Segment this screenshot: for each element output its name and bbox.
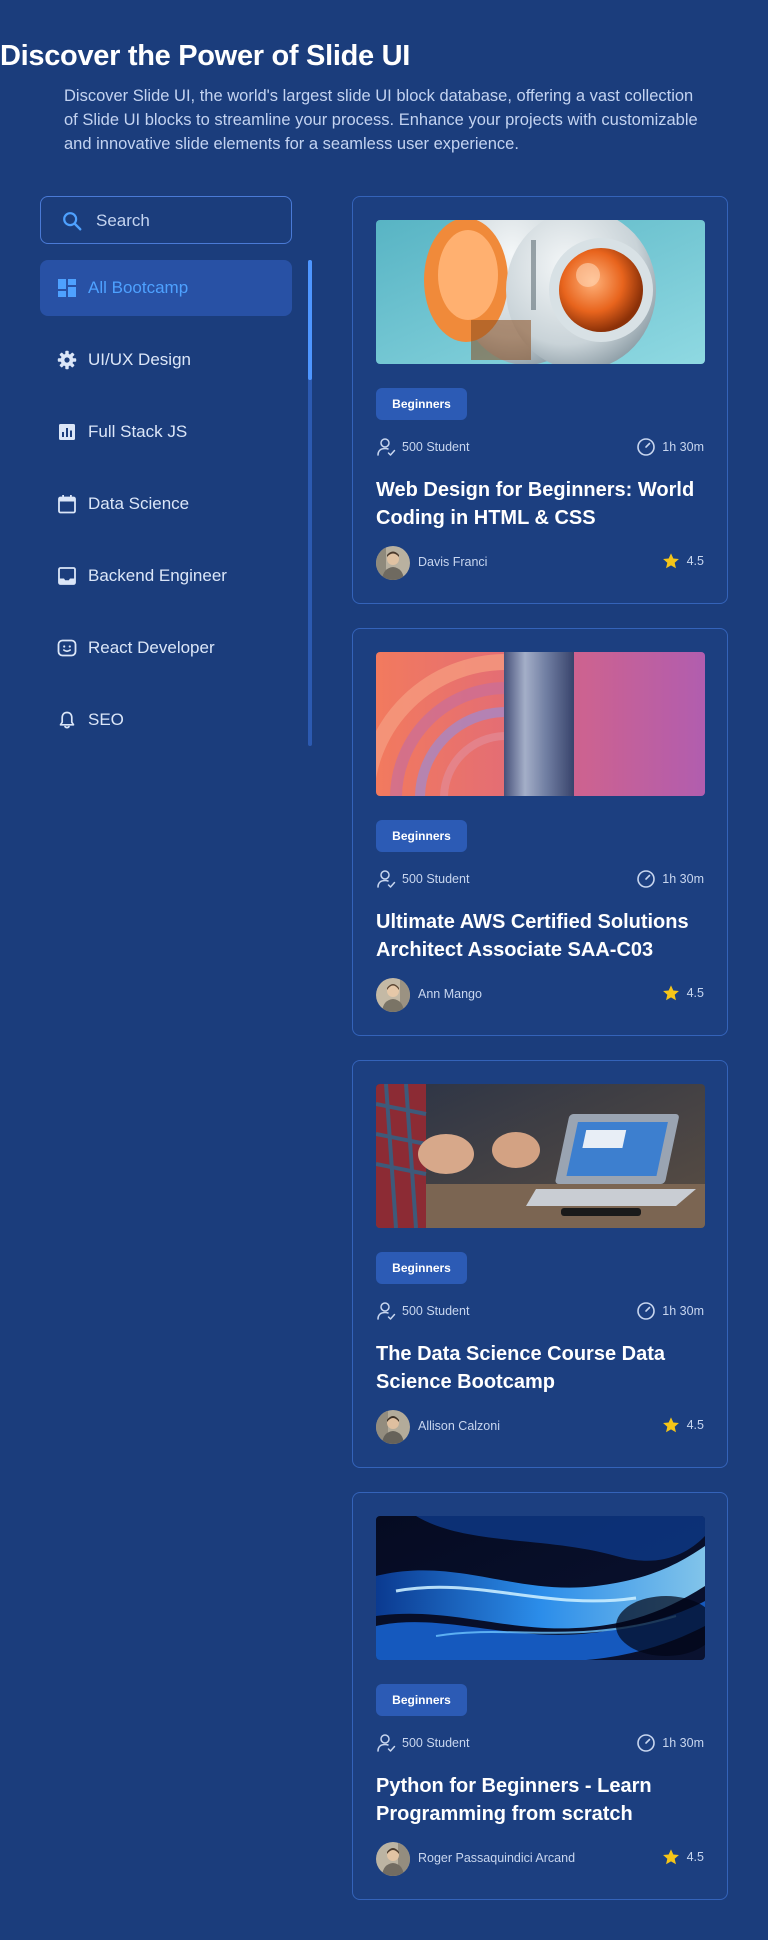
clock-icon [637,438,656,456]
course-card[interactable]: Beginners 500 Student 1h 30m Web Design … [352,196,728,604]
students-count: 500 Student [376,436,469,458]
sidebar-item-ui-ux-design[interactable]: UI/UX Design [40,332,292,388]
course-duration: 1h 30m [636,868,704,890]
author-name: Ann Mango [418,987,482,1001]
author-name: Roger Passaquindici Arcand [418,1851,576,1865]
page-title: Discover the Power of Slide UI [0,40,410,72]
sidebar-item-label: All Bootcamp [88,278,189,297]
course-rating: 4.5 [662,1848,704,1866]
course-image-blue-waves[interactable] [376,1516,705,1660]
course-title[interactable]: Python for Beginners - Learn Programming… [376,1772,706,1828]
course-duration: 1h 30m [636,1732,704,1754]
user-check-icon [377,1302,396,1320]
sidebar: All Bootcamp UI/UX Design [40,196,312,756]
star-icon [662,1849,679,1865]
course-image-meeting-laptop[interactable] [376,1084,705,1228]
sidebar-item-full-stack-js[interactable]: Full Stack JS [40,404,292,460]
calendar-icon [58,495,76,514]
course-image-robot[interactable] [376,220,705,364]
smiley-icon [57,639,77,657]
inbox-icon [58,567,76,585]
level-badge: Beginners [376,820,467,852]
author-name: Davis Franci [418,555,488,569]
sidebar-item-label: UI/UX Design [88,350,191,369]
search-input[interactable] [96,209,281,233]
level-badge: Beginners [376,1684,467,1716]
students-count: 500 Student [376,1300,469,1322]
course-duration: 1h 30m [636,436,704,458]
sidebar-item-react-developer[interactable]: React Developer [40,620,292,676]
course-duration: 1h 30m [636,1300,704,1322]
course-card[interactable]: Beginners 500 Student 1h 30m The Data Sc… [352,1060,728,1468]
clock-icon [637,1302,656,1320]
course-image-abstract-gradient[interactable] [376,652,705,796]
avatar [376,1410,410,1444]
course-rating: 4.5 [662,552,704,570]
level-badge: Beginners [376,1252,467,1284]
user-check-icon [377,1734,396,1752]
sidebar-item-backend-engineer[interactable]: Backend Engineer [40,548,292,604]
user-check-icon [377,438,396,456]
page-subtitle: Discover Slide UI, the world's largest s… [64,87,698,153]
sidebar-item-label: Backend Engineer [88,566,227,585]
star-icon [662,985,679,1001]
course-card[interactable]: Beginners 500 Student 1h 30m Python for … [352,1492,728,1900]
avatar [376,1842,410,1876]
user-check-icon [377,870,396,888]
sidebar-item-label: Full Stack JS [88,422,188,441]
sidebar-item-label: React Developer [88,638,215,657]
clock-icon [637,870,656,888]
search-icon [63,212,82,231]
sidebar-item-all-bootcamp[interactable]: All Bootcamp [40,260,292,316]
sidebar-item-seo[interactable]: SEO [40,692,292,748]
dashboard-icon [58,279,76,297]
gear-icon [57,350,77,370]
avatar [376,978,410,1012]
clock-icon [637,1734,656,1752]
star-icon [662,1417,679,1433]
course-card[interactable]: Beginners 500 Student 1h 30m Ultimate AW… [352,628,728,1036]
course-rating: 4.5 [662,1416,704,1434]
bell-icon [59,711,75,729]
author-name: Allison Calzoni [418,1419,500,1433]
students-count: 500 Student [376,1732,469,1754]
sidebar-item-label: SEO [88,710,124,729]
star-icon [662,553,679,569]
students-count: 500 Student [376,868,469,890]
bar-chart-icon [59,424,75,440]
course-title[interactable]: The Data Science Course Data Science Boo… [376,1340,706,1396]
course-rating: 4.5 [662,984,704,1002]
course-title[interactable]: Ultimate AWS Certified Solutions Archite… [376,908,706,964]
course-title[interactable]: Web Design for Beginners: World Coding i… [376,476,706,532]
sidebar-item-label: Data Science [88,494,190,513]
sidebar-scrollbar-thumb[interactable] [308,260,312,380]
avatar [376,546,410,580]
search-box[interactable] [40,196,292,244]
sidebar-item-data-science[interactable]: Data Science [40,476,292,532]
level-badge: Beginners [376,388,467,420]
